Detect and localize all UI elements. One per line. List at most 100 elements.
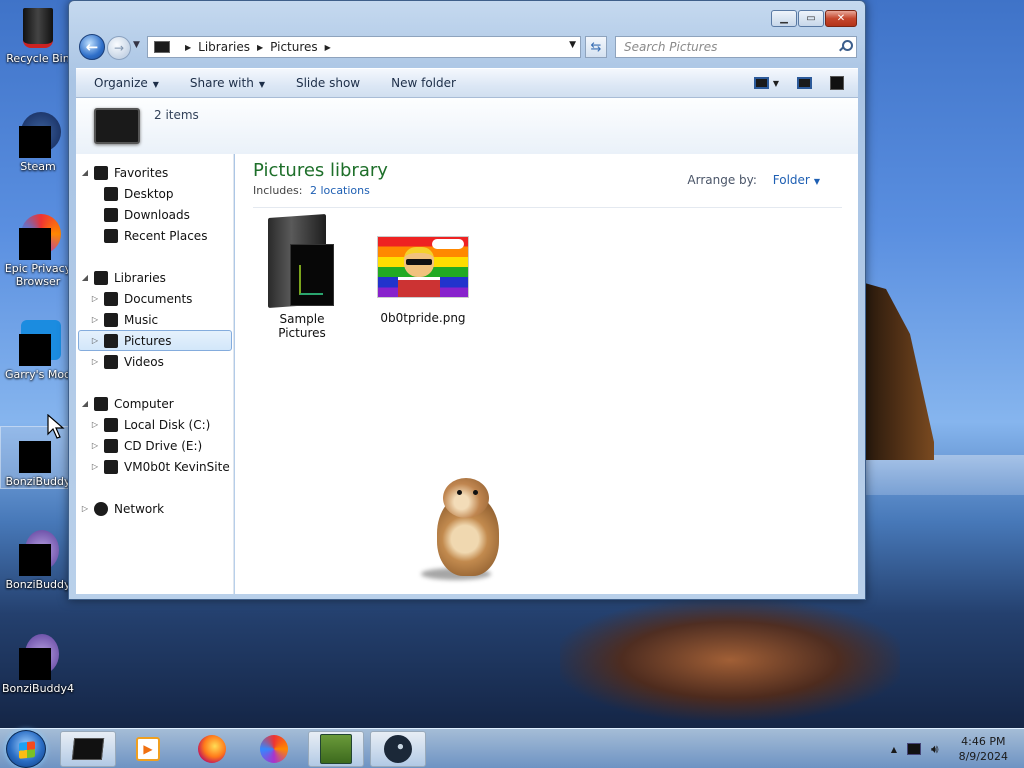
volume-icon[interactable]: 🔊︎ bbox=[931, 742, 939, 757]
tree-label: Local Disk (C:) bbox=[124, 417, 211, 432]
change-view-icon[interactable] bbox=[753, 77, 769, 89]
tree-item-pictures[interactable]: ▷ Pictures bbox=[78, 330, 232, 351]
refresh-icon: ⇆ bbox=[590, 39, 602, 55]
breadcrumb-libraries[interactable]: Libraries bbox=[198, 40, 250, 54]
tree-label: Network bbox=[114, 501, 165, 516]
help-icon[interactable] bbox=[830, 76, 844, 90]
taskbar-epic-browser[interactable] bbox=[246, 731, 302, 767]
slide-show-button[interactable]: Slide show bbox=[296, 76, 360, 90]
item-count: 2 items bbox=[154, 108, 199, 122]
network-drive-icon bbox=[104, 459, 118, 474]
divider bbox=[253, 207, 842, 208]
expand-arrow-icon[interactable]: ▷ bbox=[90, 336, 100, 345]
desktop-folder-icon bbox=[104, 186, 118, 201]
back-button[interactable]: ← bbox=[79, 34, 105, 60]
address-history-dropdown[interactable]: ▼ bbox=[569, 40, 576, 50]
view-options-dropdown[interactable]: ▼ bbox=[773, 79, 779, 88]
forward-button[interactable]: → bbox=[107, 36, 131, 60]
epic-browser-icon bbox=[260, 735, 288, 763]
tree-item-local-disk[interactable]: ▷ Local Disk (C:) bbox=[90, 414, 210, 435]
share-with-button[interactable]: Share with ▼ bbox=[190, 76, 265, 90]
library-locations-link[interactable]: 2 locations bbox=[310, 184, 370, 197]
hamster-desktop-pet[interactable] bbox=[421, 476, 511, 580]
organize-button[interactable]: Organize ▼ bbox=[94, 76, 159, 90]
desktop-icon-epic-browser[interactable]: Epic Privacy Browser bbox=[0, 214, 76, 288]
close-button[interactable]: ✕ bbox=[825, 10, 857, 27]
taskbar-media-player[interactable]: ▶ bbox=[120, 731, 176, 767]
file-item-folder[interactable]: Sample Pictures bbox=[255, 213, 349, 340]
taskbar-bonzi-box[interactable] bbox=[308, 731, 364, 767]
arrange-by-dropdown[interactable]: Folder ▼ bbox=[773, 173, 820, 187]
tree-item-recent-places[interactable]: Recent Places bbox=[104, 225, 207, 246]
tree-label: Favorites bbox=[114, 165, 169, 180]
page-title: Pictures library bbox=[253, 160, 388, 181]
tree-item-network-drive[interactable]: ▷ VM0b0t KevinSite bbox=[90, 456, 230, 477]
network-status-icon[interactable] bbox=[907, 743, 922, 755]
desktop-icon-label: Epic Privacy Browser bbox=[4, 262, 72, 288]
expand-arrow-icon[interactable]: ▷ bbox=[90, 357, 100, 366]
clock-date: 8/9/2024 bbox=[958, 750, 1008, 763]
clock[interactable]: 4:46 PM 8/9/2024 bbox=[959, 734, 1008, 764]
favorites-icon bbox=[94, 165, 108, 180]
search-icon[interactable] bbox=[839, 40, 853, 52]
desktop-icon-steam[interactable]: Steam bbox=[0, 112, 76, 173]
steam-icon bbox=[384, 735, 412, 763]
breadcrumb-separator-icon[interactable]: ▶ bbox=[185, 43, 191, 52]
breadcrumb-pictures[interactable]: Pictures bbox=[270, 40, 318, 54]
tree-label: Recent Places bbox=[124, 228, 208, 243]
recent-pages-dropdown[interactable]: ▼ bbox=[133, 40, 140, 50]
tree-item-music[interactable]: ▷ Music bbox=[90, 309, 158, 330]
expand-arrow-icon[interactable]: ▷ bbox=[80, 504, 90, 513]
tree-label: Music bbox=[124, 312, 159, 327]
tree-libraries[interactable]: ◢ Libraries bbox=[80, 267, 166, 288]
computer-icon bbox=[94, 396, 108, 411]
maximize-button[interactable]: ▭ bbox=[798, 10, 824, 27]
collapse-arrow-icon[interactable]: ◢ bbox=[80, 399, 90, 408]
desktop-icon-garrys-mod[interactable]: Garry's Mod bbox=[0, 320, 76, 381]
expand-arrow-icon[interactable]: ▷ bbox=[90, 420, 100, 429]
collapse-arrow-icon[interactable]: ◢ bbox=[80, 168, 90, 177]
preview-pane-icon[interactable] bbox=[797, 77, 812, 89]
steam-icon bbox=[15, 112, 61, 158]
collapse-arrow-icon[interactable]: ◢ bbox=[80, 273, 90, 282]
documents-library-icon bbox=[104, 291, 118, 306]
tree-item-videos[interactable]: ▷ Videos bbox=[90, 351, 164, 372]
start-button[interactable] bbox=[6, 730, 46, 768]
expand-arrow-icon[interactable]: ▷ bbox=[90, 441, 100, 450]
taskbar-steam[interactable] bbox=[370, 731, 426, 767]
tree-network[interactable]: ▷ Network bbox=[80, 498, 164, 519]
includes-label: Includes: bbox=[253, 184, 303, 197]
tree-item-documents[interactable]: ▷ Documents bbox=[90, 288, 192, 309]
minimize-icon: ▁ bbox=[780, 13, 788, 24]
clock-time: 4:46 PM bbox=[961, 735, 1006, 748]
tree-label: Computer bbox=[114, 396, 174, 411]
breadcrumb-separator-icon[interactable]: ▶ bbox=[325, 43, 331, 52]
new-folder-button[interactable]: New folder bbox=[391, 76, 456, 90]
desktop-icon-bonzibuddy4[interactable]: BonziBuddy4 bbox=[0, 634, 76, 695]
details-pane: 2 items bbox=[76, 98, 858, 154]
breadcrumb-separator-icon[interactable]: ▶ bbox=[257, 43, 263, 52]
tree-item-cd-drive[interactable]: ▷ CD Drive (E:) bbox=[90, 435, 202, 456]
minimize-button[interactable]: ▁ bbox=[771, 10, 797, 27]
tree-favorites[interactable]: ◢ Favorites bbox=[80, 162, 168, 183]
tree-computer[interactable]: ◢ Computer bbox=[80, 393, 174, 414]
show-hidden-icons-icon[interactable]: ▲ bbox=[891, 745, 897, 754]
file-list-pane: Pictures library Includes: 2 locations A… bbox=[235, 154, 858, 594]
search-input[interactable]: Search Pictures bbox=[615, 36, 857, 58]
file-item-image[interactable]: 0b0tpride.png bbox=[371, 216, 475, 325]
videos-library-icon bbox=[104, 354, 118, 369]
expand-arrow-icon[interactable]: ▷ bbox=[90, 315, 100, 324]
taskbar-explorer[interactable] bbox=[60, 731, 116, 767]
refresh-button[interactable]: ⇆ bbox=[585, 36, 607, 58]
desktop-icon-label: BonziBuddy4 bbox=[1, 682, 75, 695]
tree-label: VM0b0t KevinSite bbox=[124, 459, 230, 474]
taskbar-firefox[interactable] bbox=[184, 731, 240, 767]
expand-arrow-icon[interactable]: ▷ bbox=[90, 462, 100, 471]
desktop-icon-bonzibuddy-2[interactable]: BonziBuddy bbox=[0, 530, 76, 591]
address-bar[interactable]: ▶ Libraries ▶ Pictures ▶ ▼ bbox=[147, 36, 581, 58]
expand-arrow-icon[interactable]: ▷ bbox=[90, 294, 100, 303]
tree-item-downloads[interactable]: Downloads bbox=[104, 204, 190, 225]
tree-item-desktop[interactable]: Desktop bbox=[104, 183, 174, 204]
folder-icon bbox=[266, 213, 338, 309]
desktop-icon-recycle-bin[interactable]: Recycle Bin bbox=[0, 4, 76, 65]
